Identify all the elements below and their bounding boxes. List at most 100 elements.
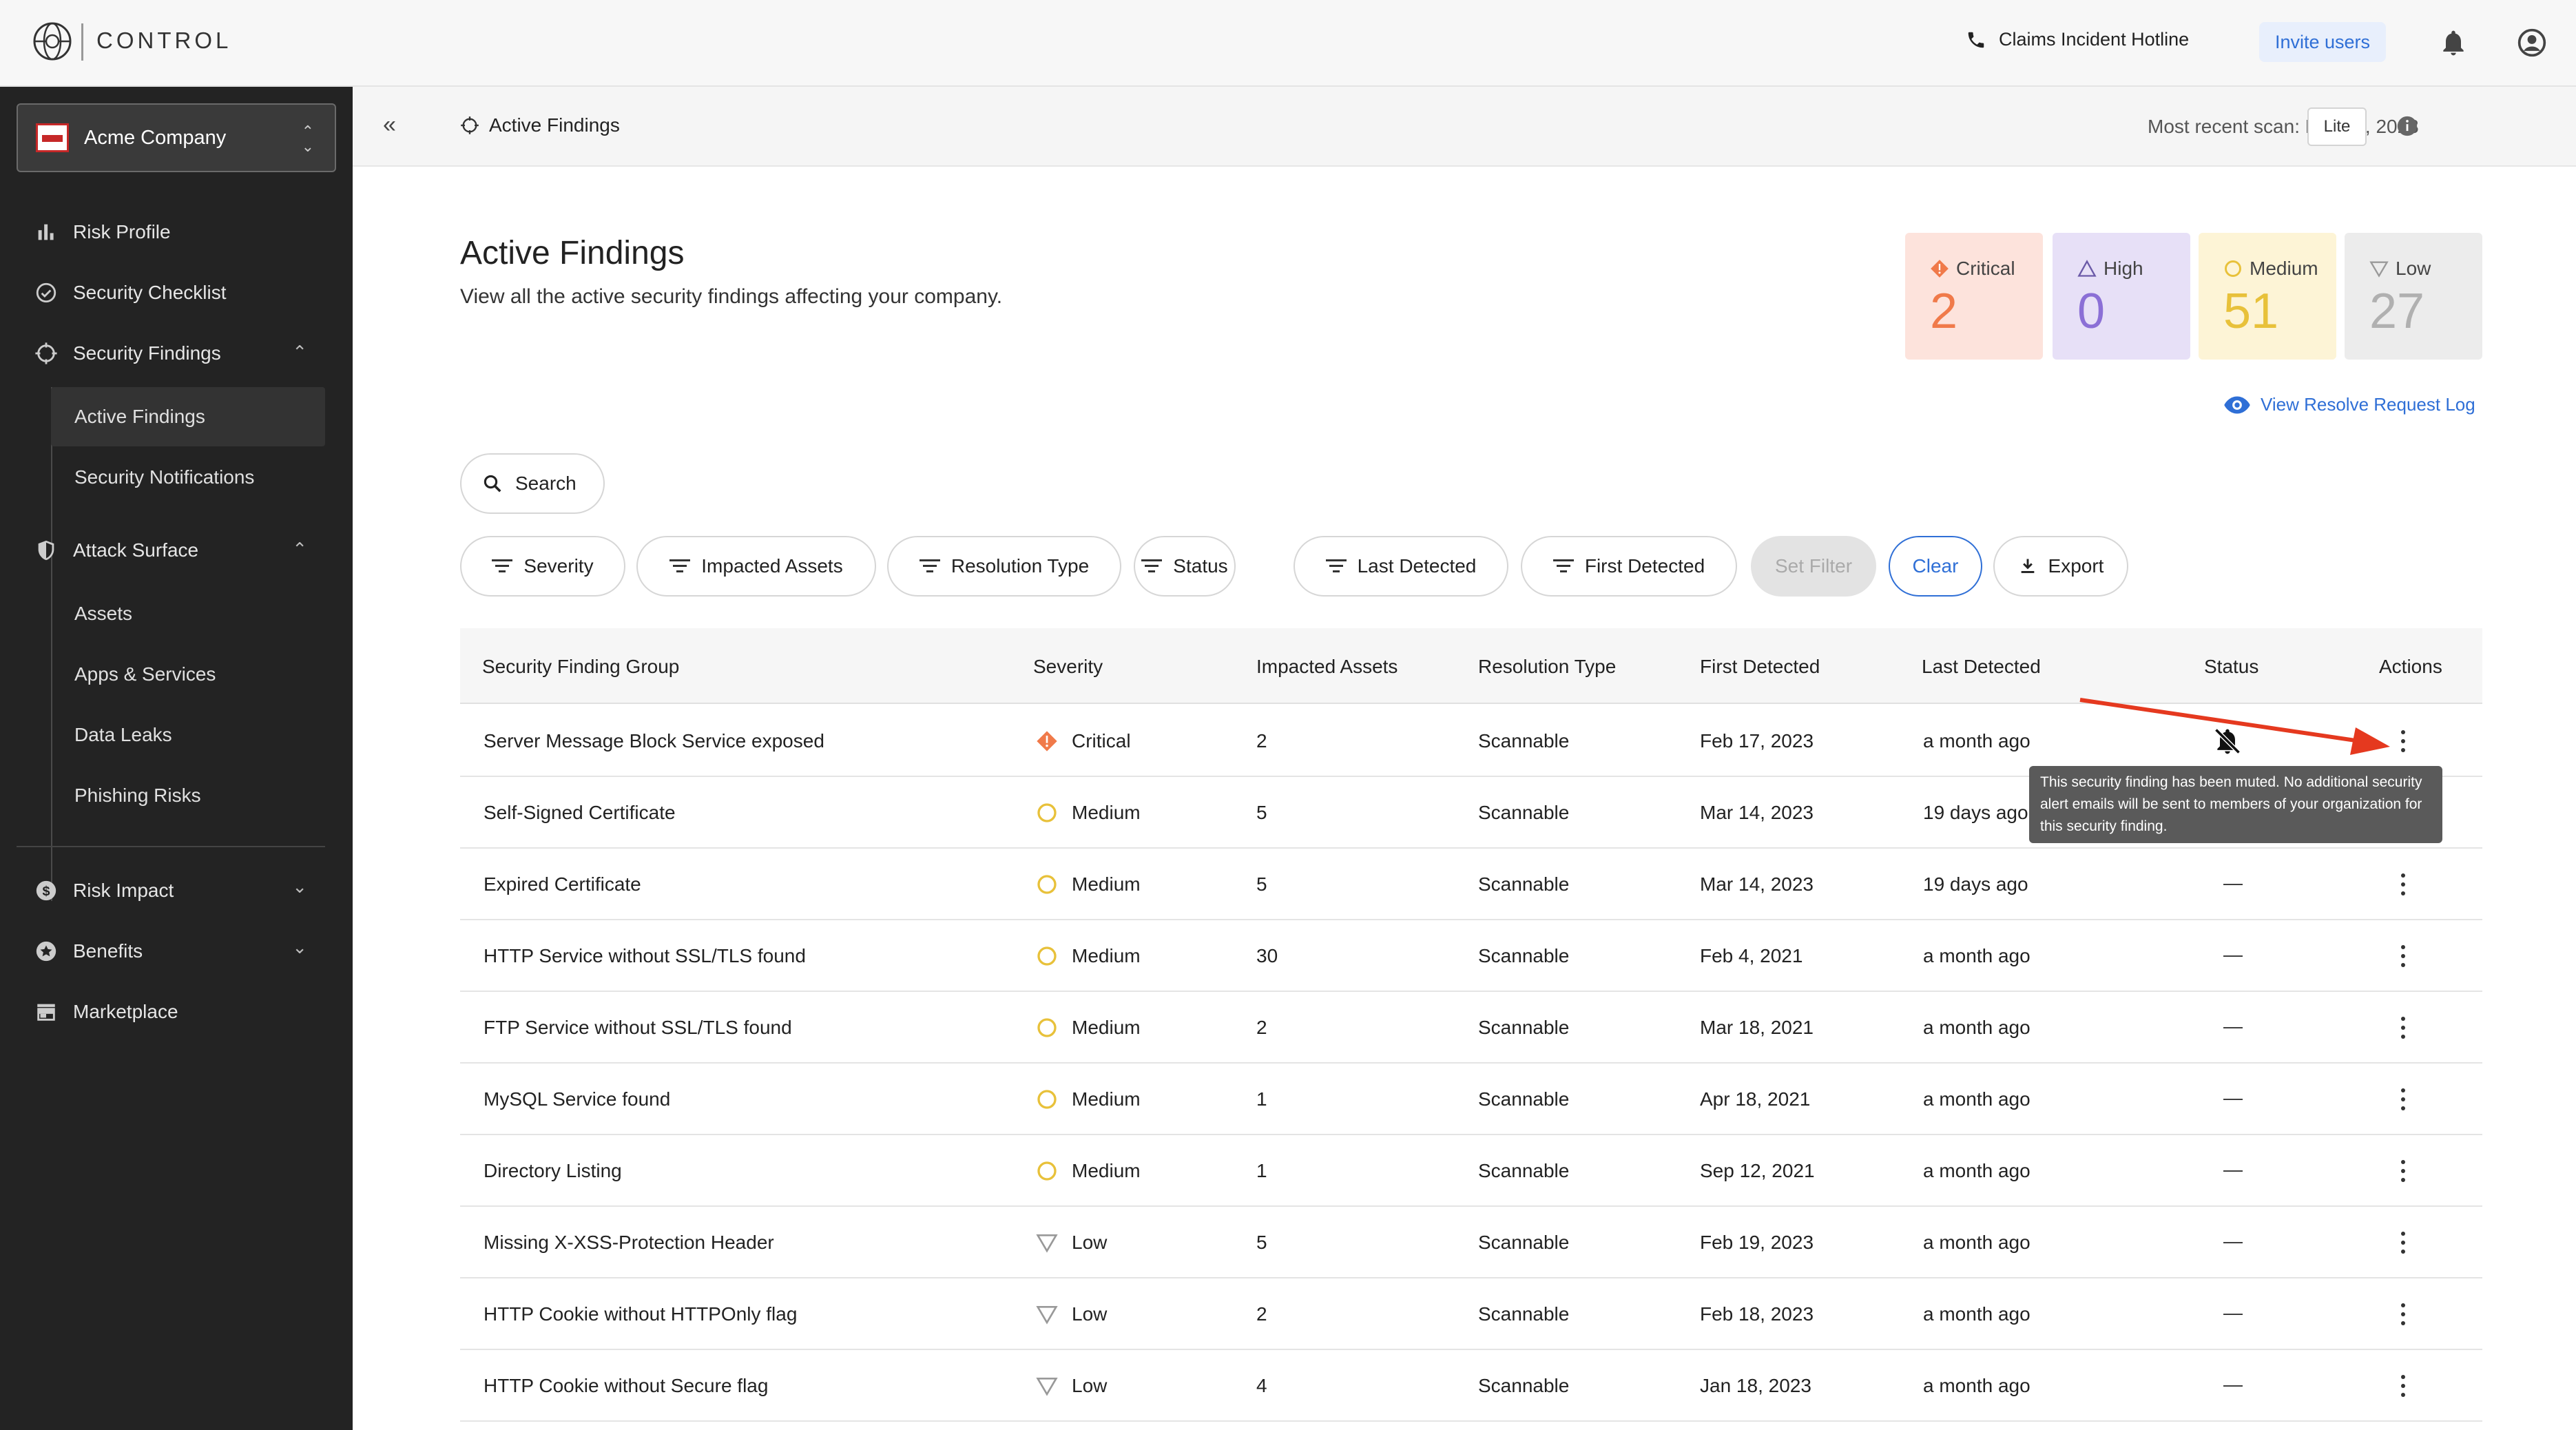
info-icon[interactable] <box>2396 114 2419 138</box>
table-row[interactable]: MySQL Service found Medium 1 Scannable A… <box>460 1064 2482 1135</box>
finding-group[interactable]: HTTP Cookie without HTTPOnly flag <box>484 1303 797 1325</box>
resolution-type: Scannable <box>1478 1160 1570 1181</box>
sidebar-item-security-notifications[interactable]: Security Notifications <box>74 460 254 495</box>
severity-label: Low <box>1072 1375 1108 1396</box>
critical-count-card[interactable]: Critical 2 <box>1905 233 2043 360</box>
chevron-down-icon[interactable]: ⌄ <box>292 937 307 958</box>
severity-label: Medium <box>1072 1017 1141 1038</box>
finding-group[interactable]: HTTP Cookie without Secure flag <box>484 1375 768 1397</box>
finding-group[interactable]: HTTP Service without SSL/TLS found <box>484 945 806 967</box>
finding-group[interactable]: Expired Certificate <box>484 873 641 895</box>
bell-icon[interactable] <box>2438 26 2469 59</box>
resolve-log-label: View Resolve Request Log <box>2261 394 2475 415</box>
severity-cell: Medium <box>1036 873 1141 895</box>
first-detected-filter[interactable]: First Detected <box>1521 536 1737 597</box>
export-button[interactable]: Export <box>1993 536 2128 597</box>
column-header-resolution[interactable]: Resolution Type <box>1478 656 1616 678</box>
invite-users-button[interactable]: Invite users <box>2259 22 2386 62</box>
chevron-up-icon[interactable]: ⌃ <box>292 539 307 560</box>
severity-label: Critical <box>1072 730 1131 752</box>
finding-group[interactable]: Self-Signed Certificate <box>484 802 676 824</box>
resolution-type-filter[interactable]: Resolution Type <box>887 536 1121 597</box>
high-count-card[interactable]: High 0 <box>2053 233 2190 360</box>
sidebar-item-attack-surface[interactable]: Attack Surface <box>34 533 198 568</box>
medium-count-card[interactable]: Medium 51 <box>2199 233 2336 360</box>
table-row[interactable]: HTTP Service without SSL/TLS found Mediu… <box>460 920 2482 992</box>
column-header-last-detected[interactable]: Last Detected <box>1922 656 2041 678</box>
chevron-up-down-icon: ⌃ ⌄ <box>301 123 314 155</box>
impacted-assets-filter[interactable]: Impacted Assets <box>636 536 876 597</box>
page-header-bar: « Active Findings Most recent scan: Mar … <box>353 87 2576 167</box>
table-row[interactable]: FTP Service without SSL/TLS found Medium… <box>460 992 2482 1064</box>
account-icon[interactable] <box>2517 26 2547 59</box>
last-detected: a month ago <box>1923 1375 2030 1396</box>
finding-group[interactable]: Server Message Block Service exposed <box>484 730 824 752</box>
medium-circle-icon <box>1037 875 1057 894</box>
column-header-severity[interactable]: Severity <box>1033 656 1103 678</box>
status-empty: — <box>2223 1230 2243 1252</box>
sidebar-item-risk-profile[interactable]: Risk Profile <box>34 215 171 249</box>
annotation-arrow-icon <box>2079 698 2390 755</box>
company-selector[interactable]: Acme Company ⌃ ⌄ <box>17 103 336 172</box>
sidebar-item-risk-impact[interactable]: $ Risk Impact <box>34 873 174 908</box>
sidebar-item-active-findings[interactable]: Active Findings <box>74 400 205 434</box>
finding-group[interactable]: FTP Service without SSL/TLS found <box>484 1017 792 1039</box>
resolution-type: Scannable <box>1478 1017 1570 1038</box>
control-logo-icon[interactable] <box>32 21 73 62</box>
view-resolve-request-log-link[interactable]: View Resolve Request Log <box>2223 394 2475 415</box>
critical-diamond-icon <box>1037 731 1057 752</box>
sidebar-item-security-findings[interactable]: Security Findings <box>34 336 221 371</box>
kebab-menu-icon[interactable] <box>2397 1084 2409 1115</box>
status-filter[interactable]: Status <box>1134 536 1236 597</box>
finding-group[interactable]: Directory Listing <box>484 1160 622 1182</box>
sidebar-item-phishing-risks[interactable]: Phishing Risks <box>74 778 201 813</box>
column-header-first-detected[interactable]: First Detected <box>1700 656 1820 678</box>
search-button[interactable]: Search <box>460 453 605 514</box>
kebab-menu-icon[interactable] <box>2397 1227 2409 1258</box>
sidebar-item-marketplace[interactable]: Marketplace <box>34 995 178 1029</box>
last-detected: a month ago <box>1923 1088 2030 1110</box>
medium-circle-icon <box>2225 260 2241 277</box>
lite-mode-button[interactable]: Lite <box>2307 107 2367 146</box>
chevron-up-icon[interactable]: ⌃ <box>292 342 307 363</box>
kebab-menu-icon[interactable] <box>2397 1013 2409 1043</box>
table-row[interactable]: Directory Listing Medium 1 Scannable Sep… <box>460 1135 2482 1207</box>
finding-group[interactable]: MySQL Service found <box>484 1088 670 1110</box>
collapse-sidebar-icon[interactable]: « <box>383 112 396 138</box>
sidebar-divider <box>17 846 325 847</box>
sidebar-item-benefits[interactable]: Benefits <box>34 934 143 968</box>
sidebar-item-label: Risk Profile <box>73 221 171 242</box>
clear-button[interactable]: Clear <box>1889 536 1982 597</box>
column-header-status[interactable]: Status <box>2204 656 2258 678</box>
last-detected-filter[interactable]: Last Detected <box>1294 536 1508 597</box>
search-icon <box>484 475 501 493</box>
severity-label: Medium <box>1072 945 1141 966</box>
kebab-menu-icon[interactable] <box>2397 1156 2409 1186</box>
claims-hotline-link[interactable]: Claims Incident Hotline <box>1966 29 2189 50</box>
last-detected: 19 days ago <box>1923 873 2028 895</box>
table-row[interactable]: Missing X-XSS-Protection Header Low 5 Sc… <box>460 1207 2482 1278</box>
column-header-impacted[interactable]: Impacted Assets <box>1256 656 1398 678</box>
sidebar-item-apps-services[interactable]: Apps & Services <box>74 657 216 692</box>
low-count-card[interactable]: Low 27 <box>2345 233 2482 360</box>
kebab-menu-icon[interactable] <box>2397 941 2409 971</box>
low-count: 27 <box>2369 284 2425 339</box>
table-row[interactable]: HTTP Cookie without HTTPOnly flag Low 2 … <box>460 1278 2482 1350</box>
finding-group[interactable]: Missing X-XSS-Protection Header <box>484 1232 774 1254</box>
kebab-menu-icon[interactable] <box>2397 1371 2409 1401</box>
sidebar-item-security-checklist[interactable]: Security Checklist <box>34 276 227 310</box>
phone-icon <box>1968 32 1984 48</box>
chevron-down-icon[interactable]: ⌄ <box>292 876 307 898</box>
status-empty: — <box>2223 872 2243 893</box>
filter-label: First Detected <box>1584 555 1705 577</box>
table-row[interactable]: Expired Certificate Medium 5 Scannable M… <box>460 849 2482 920</box>
set-filter-button[interactable]: Set Filter <box>1751 536 1876 597</box>
sidebar-item-data-leaks[interactable]: Data Leaks <box>74 718 172 752</box>
column-header-group[interactable]: Security Finding Group <box>482 656 679 678</box>
severity-filter[interactable]: Severity <box>460 536 625 597</box>
kebab-menu-icon[interactable] <box>2397 1299 2409 1329</box>
sidebar-item-assets[interactable]: Assets <box>74 597 132 631</box>
kebab-menu-icon[interactable] <box>2397 869 2409 900</box>
filter-icon <box>919 559 940 573</box>
table-row[interactable]: HTTP Cookie without Secure flag Low 4 Sc… <box>460 1350 2482 1422</box>
